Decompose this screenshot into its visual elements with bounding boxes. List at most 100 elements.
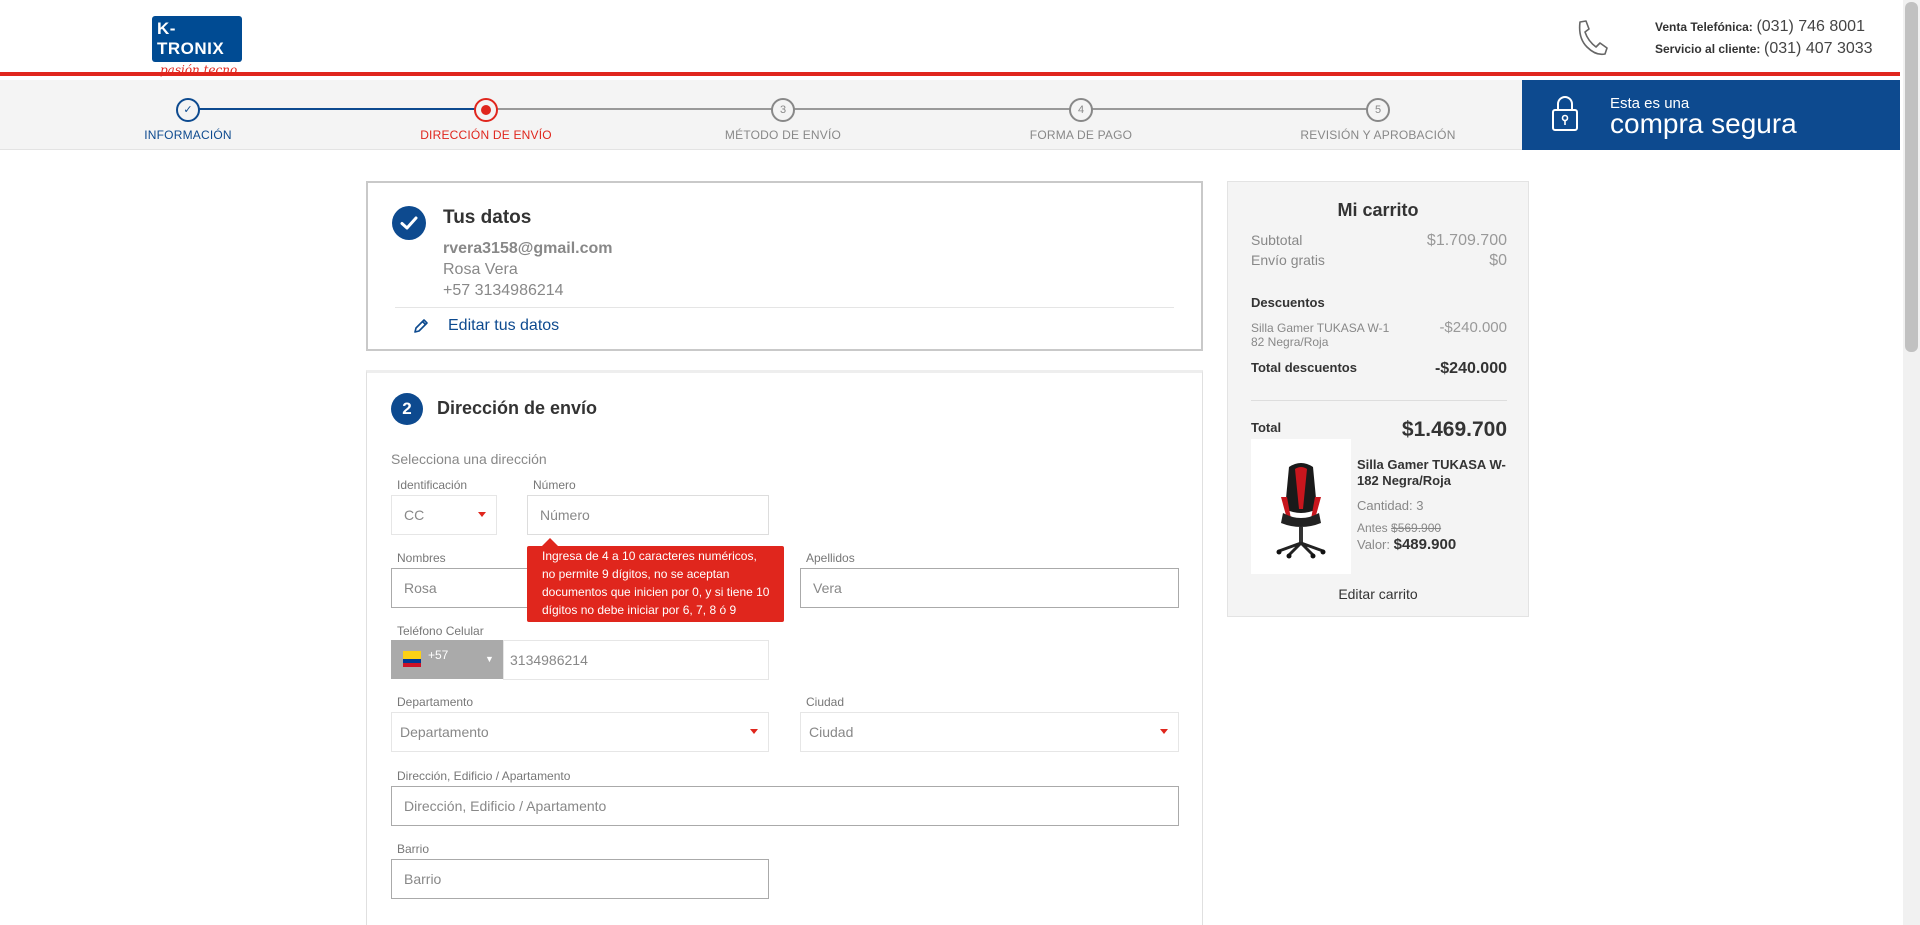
step-direccion-envio: DIRECCIÓN DE ENVÍO (386, 98, 586, 142)
cart-summary: Mi carrito Subtotal $1.709.700 Envío gra… (1227, 181, 1529, 617)
sales-label: Venta Telefónica: (1655, 20, 1753, 34)
step-label: INFORMACIÓN (144, 128, 232, 142)
mobile-value: 3134986214 (510, 652, 588, 668)
total-discounts-row: Total descuentos -$240.000 (1251, 360, 1507, 378)
chevron-down-icon: ▼ (485, 654, 494, 664)
id-type-select[interactable]: CC (391, 495, 497, 535)
step-revision-aprobacion: 5 REVISIÓN Y APROBACIÓN (1278, 98, 1478, 142)
subtotal-row: Subtotal $1.709.700 (1251, 232, 1507, 250)
id-number-input[interactable]: Número (527, 495, 769, 535)
neighborhood-placeholder: Barrio (404, 871, 442, 887)
shipping-value: $0 (1489, 252, 1507, 269)
number-label: Número (533, 478, 576, 492)
logo-text: K-TRONIX (152, 16, 242, 62)
gaming-chair-image (1276, 463, 1326, 559)
user-email: rvera3158@gmail.com (443, 240, 613, 257)
city-label: Ciudad (806, 695, 845, 709)
your-data-card: Tus datos rvera3158@gmail.com Rosa Vera … (366, 181, 1203, 351)
edit-data-link[interactable]: Editar tus datos (412, 317, 559, 335)
mobile-input[interactable]: 3134986214 (503, 640, 769, 680)
check-icon (392, 206, 426, 240)
id-number-placeholder: Número (540, 507, 590, 523)
validation-tooltip: Ingresa de 4 a 10 caracteres numéricos, … (527, 538, 784, 622)
secure-purchase-banner: Esta es una compra segura (1522, 80, 1900, 150)
country-code-select[interactable]: +57 ▼ (391, 640, 503, 679)
user-name: Rosa Vera (443, 261, 518, 278)
subtotal-value: $1.709.700 (1426, 232, 1507, 249)
id-type-value: CC (404, 507, 425, 523)
page-scrollbar[interactable] (1903, 0, 1920, 925)
step-label: REVISIÓN Y APROBACIÓN (1300, 128, 1456, 142)
shipping-title: Dirección de envío (437, 398, 598, 418)
neighborhood-input[interactable]: Barrio (391, 859, 769, 899)
step-number: 3 (771, 98, 795, 122)
user-phone: +57 3134986214 (443, 282, 564, 299)
discount-item-value: -$240.000 (1439, 319, 1507, 336)
site-header: K-TRONIX pasión tecno Venta Telefónica: … (0, 0, 1900, 77)
cart-title: Mi carrito (1337, 200, 1419, 220)
step-label: FORMA DE PAGO (1029, 128, 1133, 142)
before-label: Antes (1357, 521, 1388, 535)
id-type-label: Identificación (397, 478, 468, 492)
department-label: Departamento (397, 695, 474, 709)
product-image[interactable] (1251, 439, 1351, 574)
names-input[interactable]: Rosa (391, 568, 527, 608)
discount-item-name: Silla Gamer TUKASA W-1 82 Negra/Roja (1251, 321, 1390, 349)
step-number: 4 (1069, 98, 1093, 122)
sales-phone[interactable]: (031) 746 8001 (1756, 18, 1865, 35)
chevron-down-icon (1160, 729, 1168, 734)
step-check-icon: ✓ (176, 98, 200, 122)
step-label: MÉTODO DE ENVÍO (724, 128, 842, 142)
city-select[interactable]: Ciudad (800, 712, 1179, 752)
value-price: $489.900 (1393, 536, 1457, 553)
product-name[interactable]: Silla Gamer TUKASA W-182 Negra/Roja (1357, 457, 1507, 489)
step-active-dot (474, 98, 498, 122)
phone-icon (1578, 20, 1608, 56)
pencil-icon (414, 319, 428, 333)
logo-tagline: pasión tecno (160, 63, 238, 77)
address-input[interactable]: Dirección, Edificio / Apartamento (391, 786, 1179, 826)
divider (395, 307, 1174, 308)
chevron-down-icon (750, 729, 758, 734)
department-select[interactable]: Departamento (391, 712, 769, 752)
total-discounts-value: -$240.000 (1434, 360, 1507, 377)
total-discounts-label: Total descuentos (1251, 360, 1357, 375)
product-before-price: Antes $569.900 (1357, 521, 1441, 535)
address-label: Dirección, Edificio / Apartamento (397, 769, 571, 783)
contact-info: Venta Telefónica: (031) 746 8001 Servici… (1655, 16, 1873, 60)
surnames-label: Apellidos (806, 551, 855, 565)
scrollbar-thumb[interactable] (1905, 2, 1918, 352)
shipping-subtitle: Selecciona una dirección (391, 451, 547, 467)
checkout-stepper: ✓ INFORMACIÓN DIRECCIÓN DE ENVÍO 3 MÉTOD… (0, 80, 1522, 150)
support-phone[interactable]: (031) 407 3033 (1764, 40, 1873, 57)
discounts-title: Descuentos (1251, 295, 1325, 310)
value-label: Valor: (1357, 537, 1390, 552)
department-value: Departamento (400, 724, 489, 740)
edit-cart-link[interactable]: Editar carrito (1228, 586, 1528, 602)
support-label: Servicio al cliente: (1655, 42, 1761, 56)
step-informacion[interactable]: ✓ INFORMACIÓN (88, 98, 288, 142)
names-value: Rosa (404, 580, 437, 596)
country-code: +57 (428, 648, 449, 662)
step-metodo-envio: 3 MÉTODO DE ENVÍO (683, 98, 883, 142)
step-number-badge: 2 (391, 393, 423, 425)
before-price: $569.900 (1391, 521, 1442, 535)
product-value: Valor: $489.900 (1357, 536, 1456, 553)
names-label: Nombres (397, 551, 446, 565)
shipping-label: Envío gratis (1251, 252, 1325, 268)
ktronix-logo[interactable]: K-TRONIX pasión tecno (152, 16, 242, 77)
city-value: Ciudad (809, 724, 854, 740)
neighborhood-label: Barrio (397, 842, 430, 856)
product-quantity: Cantidad: 3 (1357, 498, 1424, 513)
lock-icon (1552, 96, 1578, 131)
discount-item: Silla Gamer TUKASA W-1 82 Negra/Roja -$2… (1251, 319, 1507, 349)
step-label: DIRECCIÓN DE ENVÍO (420, 128, 552, 142)
edit-data-label: Editar tus datos (448, 317, 560, 334)
total-value: $1.469.700 (1401, 418, 1507, 441)
surnames-input[interactable]: Vera (800, 568, 1179, 608)
secure-big-text: compra segura (1610, 108, 1797, 139)
address-placeholder: Dirección, Edificio / Apartamento (404, 798, 607, 814)
colombia-flag-icon (403, 651, 421, 667)
divider (1251, 400, 1507, 401)
progress-line-todo (486, 108, 1378, 110)
